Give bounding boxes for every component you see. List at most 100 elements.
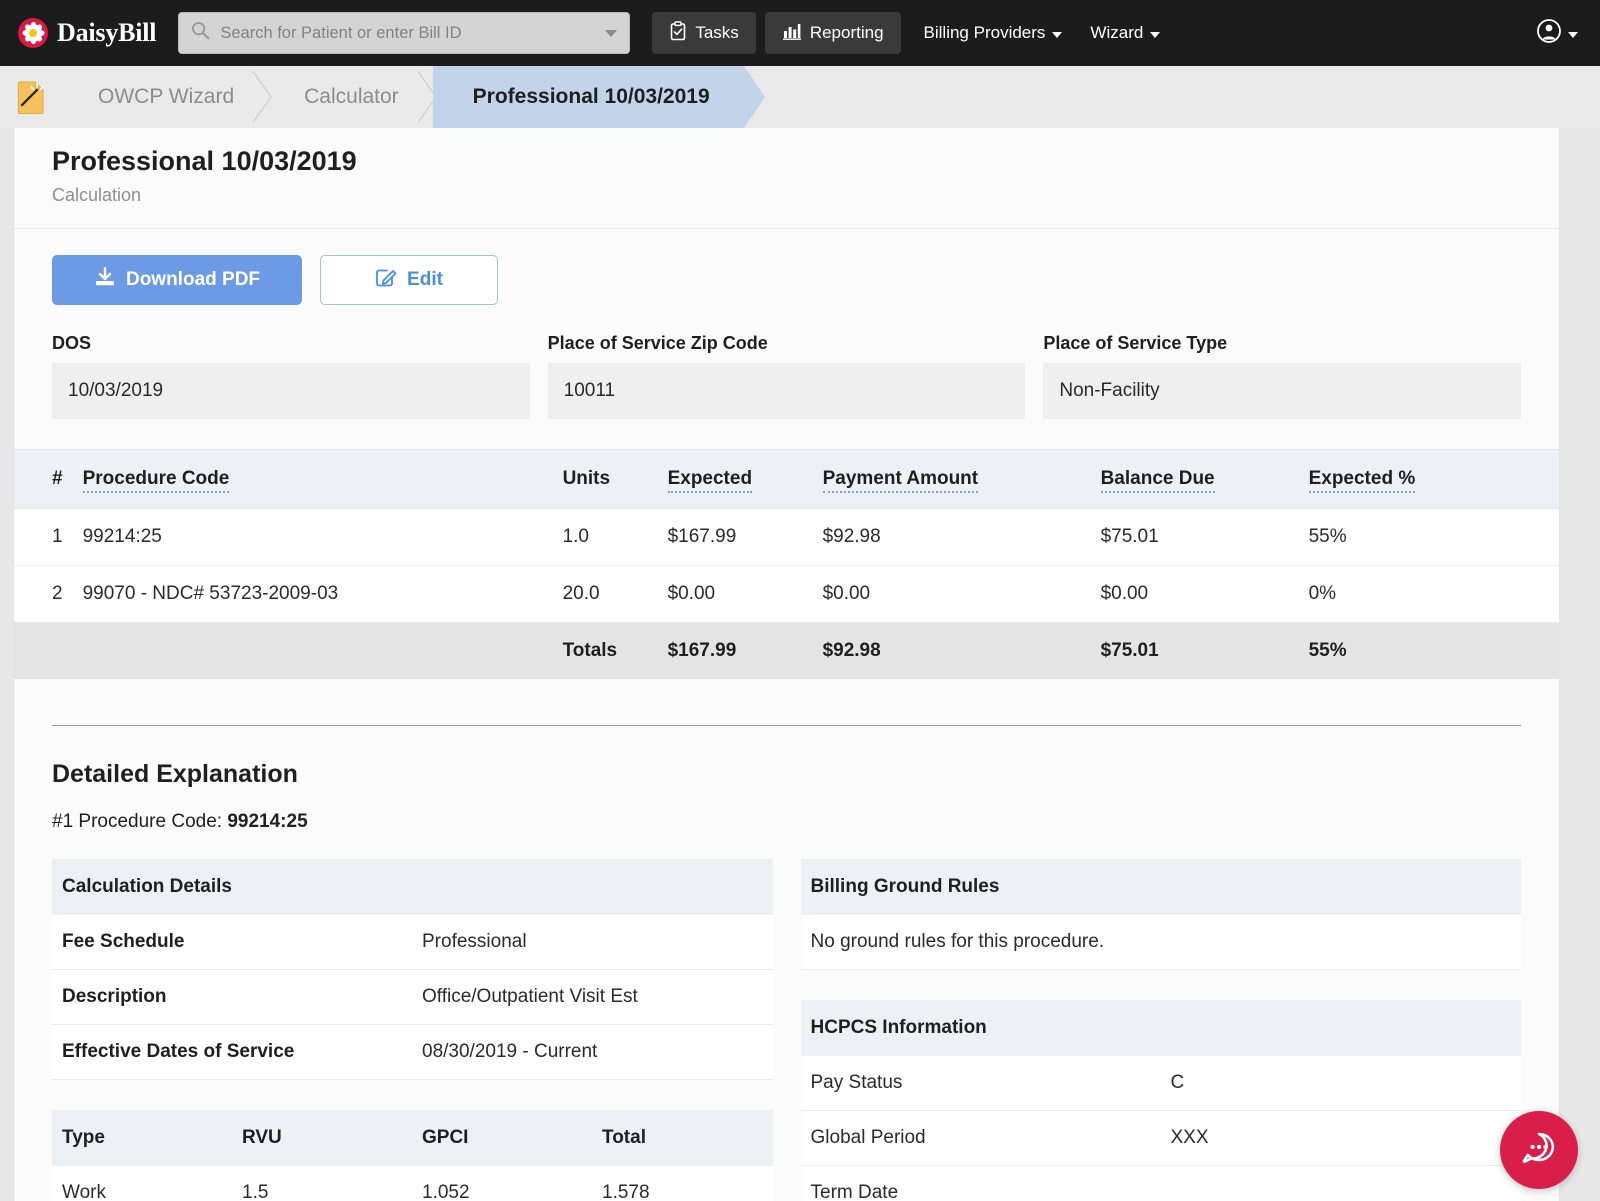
col-total: Total xyxy=(592,1110,773,1166)
row-value: Office/Outpatient Visit Est xyxy=(412,969,773,1025)
col-expected-pct-label[interactable]: Expected % xyxy=(1308,468,1416,493)
page-header: Professional 10/03/2019 Calculation xyxy=(14,128,1559,229)
edit-button[interactable]: Edit xyxy=(320,255,498,305)
col-expected-label[interactable]: Expected xyxy=(667,468,753,493)
totals-row: Totals $167.99 $92.98 $75.01 55% xyxy=(14,622,1559,679)
row-expected: $0.00 xyxy=(657,565,813,623)
row-key: Description xyxy=(52,969,412,1025)
table-header-row: Type RVU GPCI Total xyxy=(52,1110,773,1166)
col-procedure-code-label[interactable]: Procedure Code xyxy=(82,468,230,493)
chevron-down-icon xyxy=(1052,31,1063,38)
col-payment-amount[interactable]: Payment Amount xyxy=(812,449,1091,509)
row-units: 20.0 xyxy=(552,565,658,623)
billing-ground-rules-text: No ground rules for this procedure. xyxy=(800,915,1521,970)
row-value: 08/30/2019 - Current xyxy=(412,1024,773,1080)
field-dos: DOS 10/03/2019 xyxy=(52,333,530,419)
table-row: Fee Schedule Professional xyxy=(52,915,773,970)
download-pdf-button[interactable]: Download PDF xyxy=(52,255,302,305)
chat-support-button[interactable] xyxy=(1500,1111,1578,1189)
row-key: Term Date xyxy=(800,1165,1161,1201)
hcpcs-information-panel: HCPCS Information Pay Status C Global Pe… xyxy=(800,1000,1521,1201)
chevron-down-icon xyxy=(1568,31,1578,38)
search-container[interactable]: Search for Patient or enter Bill ID xyxy=(178,12,631,54)
row-value: XXX xyxy=(1160,1110,1521,1166)
row-payment-amount: $92.98 xyxy=(812,508,1091,566)
actions-and-fields: Download PDF Edit DOS 10/03/2019 Place o… xyxy=(14,229,1559,449)
col-payment-label[interactable]: Payment Amount xyxy=(822,468,979,493)
breadcrumb: OWCP Wizard Calculator Professional 10/0… xyxy=(0,66,1600,128)
field-value: Non-Facility xyxy=(1043,363,1522,419)
wizard-label: Wizard xyxy=(1090,23,1144,42)
wizard-menu[interactable]: Wizard xyxy=(1076,12,1174,54)
row-procedure-code: 99214:25 xyxy=(72,508,553,566)
breadcrumb-item-current[interactable]: Professional 10/03/2019 xyxy=(411,66,765,128)
button-row: Download PDF Edit xyxy=(52,255,1521,305)
col-expected[interactable]: Expected xyxy=(657,449,813,509)
billing-providers-menu[interactable]: Billing Providers xyxy=(910,12,1077,54)
detail-right-column: Billing Ground Rules No ground rules for… xyxy=(800,859,1521,1201)
col-procedure-code[interactable]: Procedure Code xyxy=(72,449,553,509)
table-row[interactable]: 1 99214:25 1.0 $167.99 $92.98 $75.01 55% xyxy=(14,508,1559,566)
chevron-down-icon xyxy=(1150,31,1161,38)
calculation-details-panel: Calculation Details Fee Schedule Profess… xyxy=(52,859,773,1080)
brand-name: DaisyBill xyxy=(57,18,157,47)
field-place-of-service-zip: Place of Service Zip Code 10011 xyxy=(547,333,1026,419)
detailed-explanation-title: Detailed Explanation xyxy=(52,760,298,788)
detailed-explanation-subtitle: #1 Procedure Code: 99214:25 xyxy=(52,811,1521,833)
row-units: 1.0 xyxy=(552,508,658,566)
row-gpci: 1.052 xyxy=(412,1166,592,1201)
reporting-label: Reporting xyxy=(809,23,884,42)
billing-ground-rules-heading: Billing Ground Rules xyxy=(800,859,1521,915)
row-index[interactable]: 1 xyxy=(14,508,73,566)
row-index[interactable]: 2 xyxy=(14,565,73,623)
field-label: Place of Service Type xyxy=(1043,333,1228,353)
download-icon xyxy=(94,266,116,293)
totals-spacer xyxy=(14,622,73,679)
search-icon xyxy=(191,21,210,45)
row-type: Work xyxy=(52,1166,232,1201)
row-balance-due: $75.01 xyxy=(1090,508,1299,566)
user-circle-icon xyxy=(1536,18,1562,49)
row-key: Global Period xyxy=(800,1110,1161,1166)
table-row[interactable]: 2 99070 - NDC# 53723-2009-03 20.0 $0.00 … xyxy=(14,565,1559,623)
breadcrumb-item-owcp-wizard[interactable]: OWCP Wizard xyxy=(62,66,268,128)
reporting-button[interactable]: Reporting xyxy=(764,12,901,54)
field-label: Place of Service Zip Code xyxy=(547,333,768,353)
search-input[interactable]: Search for Patient or enter Bill ID xyxy=(220,24,605,43)
edit-label: Edit xyxy=(407,269,443,290)
col-balance-due[interactable]: Balance Due xyxy=(1090,449,1299,509)
row-payment-amount: $0.00 xyxy=(812,565,1091,623)
top-navbar: DaisyBill Search for Patient or enter Bi… xyxy=(0,0,1600,66)
wizard-document-icon[interactable] xyxy=(0,66,62,128)
rvu-table: Type RVU GPCI Total Work 1.5 1.052 1.578 xyxy=(52,1110,773,1201)
tasks-button[interactable]: Tasks xyxy=(652,12,756,54)
hcpcs-information-table: Pay Status C Global Period XXX Term Date xyxy=(800,1056,1521,1201)
col-balance-label[interactable]: Balance Due xyxy=(1100,468,1215,493)
col-index: # xyxy=(14,449,73,509)
page-title: Professional 10/03/2019 xyxy=(52,146,357,176)
page-container: Professional 10/03/2019 Calculation Down… xyxy=(13,128,1560,1201)
search-dropdown-icon[interactable] xyxy=(605,29,618,37)
subtitle-code: 99214:25 xyxy=(227,811,308,832)
table-row: Term Date xyxy=(800,1165,1521,1201)
row-value xyxy=(1160,1165,1521,1201)
col-units-label: Units xyxy=(562,468,611,489)
totals-expected: $167.99 xyxy=(657,622,813,679)
col-units: Units xyxy=(552,449,658,509)
pencil-square-icon xyxy=(375,267,397,294)
totals-payment-amount: $92.98 xyxy=(812,622,1091,679)
col-gpci: GPCI xyxy=(412,1110,592,1166)
row-value: C xyxy=(1160,1056,1521,1111)
account-menu[interactable] xyxy=(1536,18,1582,49)
col-expected-percent[interactable]: Expected % xyxy=(1298,449,1559,509)
row-expected: $167.99 xyxy=(657,508,813,566)
section-divider xyxy=(52,725,1521,726)
row-total: 1.578 xyxy=(592,1166,773,1201)
breadcrumb-item-calculator[interactable]: Calculator xyxy=(268,66,433,128)
col-type: Type xyxy=(52,1110,232,1166)
brand-logo[interactable]: DaisyBill xyxy=(18,18,157,48)
row-procedure-code: 99070 - NDC# 53723-2009-03 xyxy=(72,565,553,623)
billing-providers-label: Billing Providers xyxy=(923,23,1046,42)
calculation-details-table: Fee Schedule Professional Description Of… xyxy=(52,915,773,1080)
totals-spacer-2 xyxy=(72,622,553,679)
